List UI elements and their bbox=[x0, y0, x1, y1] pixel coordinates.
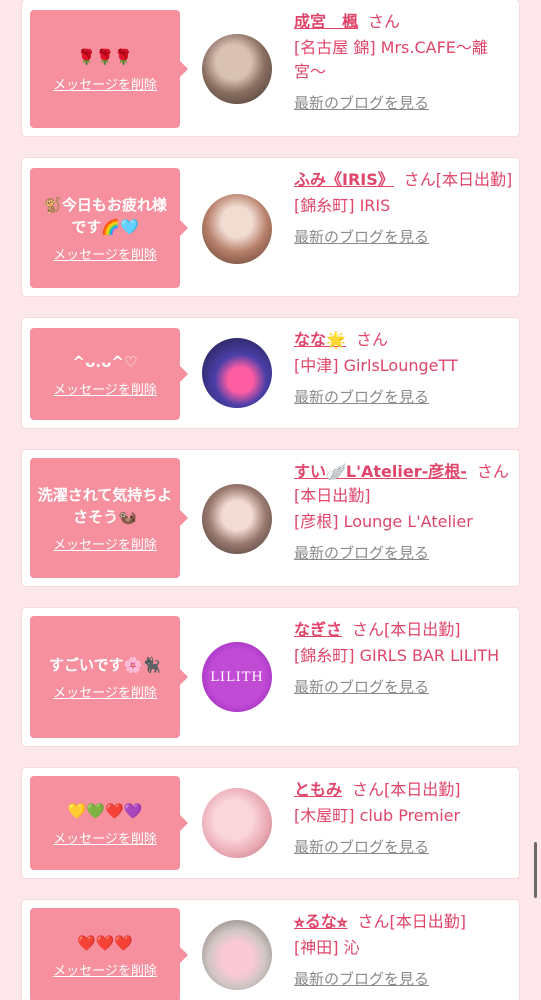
delete-message-link[interactable]: メッセージを削除 bbox=[53, 682, 157, 701]
shop-name: [中津] GirlsLoungeTT bbox=[294, 356, 458, 375]
delete-message-link[interactable]: メッセージを削除 bbox=[53, 74, 157, 93]
message-bubble: ^ᴗ.ᴗ^♡ メッセージを削除 bbox=[30, 328, 188, 420]
cast-name-link[interactable]: すい🪽L'Atelier-彦根- bbox=[294, 462, 467, 481]
message-card: 💛💚❤️💜 メッセージを削除 ともみ さん[本日出勤] [木屋町] club Pr… bbox=[22, 768, 519, 878]
message-text: 🐒今日もお疲れ様です🌈🩵 bbox=[43, 195, 167, 236]
message-card: すごいです🌸🐈‍⬛ メッセージを削除 LILITH なぎさ さん[本日出勤] [錦… bbox=[22, 608, 519, 746]
message-bubble: 洗濯されて気持ちよさそう🦦 メッセージを削除 bbox=[30, 458, 188, 578]
message-bubble: 🐒今日もお疲れ様です🌈🩵 メッセージを削除 bbox=[30, 168, 188, 288]
shop-name: [名古屋 錦] Mrs.CAFE〜離宮〜 bbox=[294, 38, 488, 81]
message-text: すごいです🌸🐈‍⬛ bbox=[49, 655, 161, 674]
card-info: すい🪽L'Atelier-彦根- さん[本日出勤] [彦根] Lounge L'A… bbox=[294, 460, 514, 563]
message-card: 🐒今日もお疲れ様です🌈🩵 メッセージを削除 ふみ《IRIS》 さん[本日出勤] [… bbox=[22, 158, 519, 296]
delete-message-link[interactable]: メッセージを削除 bbox=[53, 379, 157, 398]
cast-name-link[interactable]: なぎさ bbox=[294, 620, 342, 639]
message-text: 🌹🌹🌹 bbox=[76, 47, 134, 66]
name-suffix: さん[本日出勤] bbox=[352, 620, 461, 639]
delete-message-link[interactable]: メッセージを削除 bbox=[53, 534, 157, 553]
avatar[interactable] bbox=[202, 194, 272, 264]
latest-blog-link[interactable]: 最新のブログを見る bbox=[294, 386, 514, 407]
avatar[interactable] bbox=[202, 338, 272, 408]
avatar-logo-text: LILITH bbox=[210, 669, 264, 685]
name-suffix: さん[本日出勤] bbox=[357, 912, 466, 931]
message-card: 洗濯されて気持ちよさそう🦦 メッセージを削除 すい🪽L'Atelier-彦根- さ… bbox=[22, 450, 519, 586]
card-info: ふみ《IRIS》 さん[本日出勤] [錦糸町] IRIS 最新のブログを見る bbox=[294, 168, 514, 247]
name-suffix: さん[本日出勤] bbox=[352, 780, 461, 799]
message-bubble: ❤️❤️❤️ メッセージを削除 bbox=[30, 908, 188, 1000]
name-suffix: さん bbox=[368, 12, 401, 31]
latest-blog-link[interactable]: 最新のブログを見る bbox=[294, 92, 514, 113]
card-info: ⭐︎るな⭐︎ さん[本日出勤] [神田] 沁 最新のブログを見る bbox=[294, 910, 514, 989]
cast-name-link[interactable]: ともみ bbox=[294, 780, 342, 799]
message-bubble: すごいです🌸🐈‍⬛ メッセージを削除 bbox=[30, 616, 188, 738]
message-text: ^ᴗ.ᴗ^♡ bbox=[72, 352, 138, 371]
shop-name: [錦糸町] IRIS bbox=[294, 196, 391, 215]
latest-blog-link[interactable]: 最新のブログを見る bbox=[294, 968, 514, 989]
message-bubble: 💛💚❤️💜 メッセージを削除 bbox=[30, 776, 188, 870]
avatar[interactable]: LILITH bbox=[202, 642, 272, 712]
card-info: なな🌟 さん [中津] GirlsLoungeTT 最新のブログを見る bbox=[294, 328, 514, 407]
message-bubble: 🌹🌹🌹 メッセージを削除 bbox=[30, 10, 188, 128]
cast-name-link[interactable]: なな🌟 bbox=[294, 330, 346, 349]
message-text: ❤️❤️❤️ bbox=[76, 933, 134, 952]
name-suffix: さん bbox=[355, 330, 388, 349]
delete-message-link[interactable]: メッセージを削除 bbox=[53, 828, 157, 847]
name-suffix: さん[本日出勤] bbox=[403, 170, 513, 189]
message-card: ^ᴗ.ᴗ^♡ メッセージを削除 なな🌟 さん [中津] GirlsLoungeTT… bbox=[22, 318, 519, 428]
latest-blog-link[interactable]: 最新のブログを見る bbox=[294, 676, 514, 697]
shop-name: [木屋町] club Premier bbox=[294, 806, 461, 825]
shop-name: [彦根] Lounge L'Atelier bbox=[294, 512, 473, 531]
cast-name-link[interactable]: 成宮 楓 bbox=[294, 12, 358, 31]
latest-blog-link[interactable]: 最新のブログを見る bbox=[294, 542, 514, 563]
card-info: なぎさ さん[本日出勤] [錦糸町] GIRLS BAR LILITH 最新のブロ… bbox=[294, 618, 514, 697]
message-card: 🌹🌹🌹 メッセージを削除 成宮 楓さん [名古屋 錦] Mrs.CAFE〜離宮〜… bbox=[22, 0, 519, 136]
message-card: ❤️❤️❤️ メッセージを削除 ⭐︎るな⭐︎ さん[本日出勤] [神田] 沁 最新… bbox=[22, 900, 519, 1000]
avatar[interactable] bbox=[202, 34, 272, 104]
delete-message-link[interactable]: メッセージを削除 bbox=[53, 244, 157, 263]
message-text: 💛💚❤️💜 bbox=[67, 801, 143, 820]
latest-blog-link[interactable]: 最新のブログを見る bbox=[294, 226, 514, 247]
cast-name-link[interactable]: ⭐︎るな⭐︎ bbox=[294, 912, 347, 931]
avatar[interactable] bbox=[202, 920, 272, 990]
card-info: ともみ さん[本日出勤] [木屋町] club Premier 最新のブログを見る bbox=[294, 778, 514, 857]
message-text: 洗濯されて気持ちよさそう🦦 bbox=[37, 485, 173, 526]
avatar[interactable] bbox=[202, 484, 272, 554]
message-list: 🌹🌹🌹 メッセージを削除 成宮 楓さん [名古屋 錦] Mrs.CAFE〜離宮〜… bbox=[0, 0, 541, 1000]
cast-name-link[interactable]: ふみ《IRIS》 bbox=[294, 170, 394, 189]
scrollbar[interactable] bbox=[534, 842, 537, 898]
delete-message-link[interactable]: メッセージを削除 bbox=[53, 960, 157, 979]
latest-blog-link[interactable]: 最新のブログを見る bbox=[294, 836, 514, 857]
shop-name: [錦糸町] GIRLS BAR LILITH bbox=[294, 646, 500, 665]
avatar[interactable] bbox=[202, 788, 272, 858]
shop-name: [神田] 沁 bbox=[294, 938, 360, 957]
card-info: 成宮 楓さん [名古屋 錦] Mrs.CAFE〜離宮〜 最新のブログを見る bbox=[294, 10, 514, 113]
